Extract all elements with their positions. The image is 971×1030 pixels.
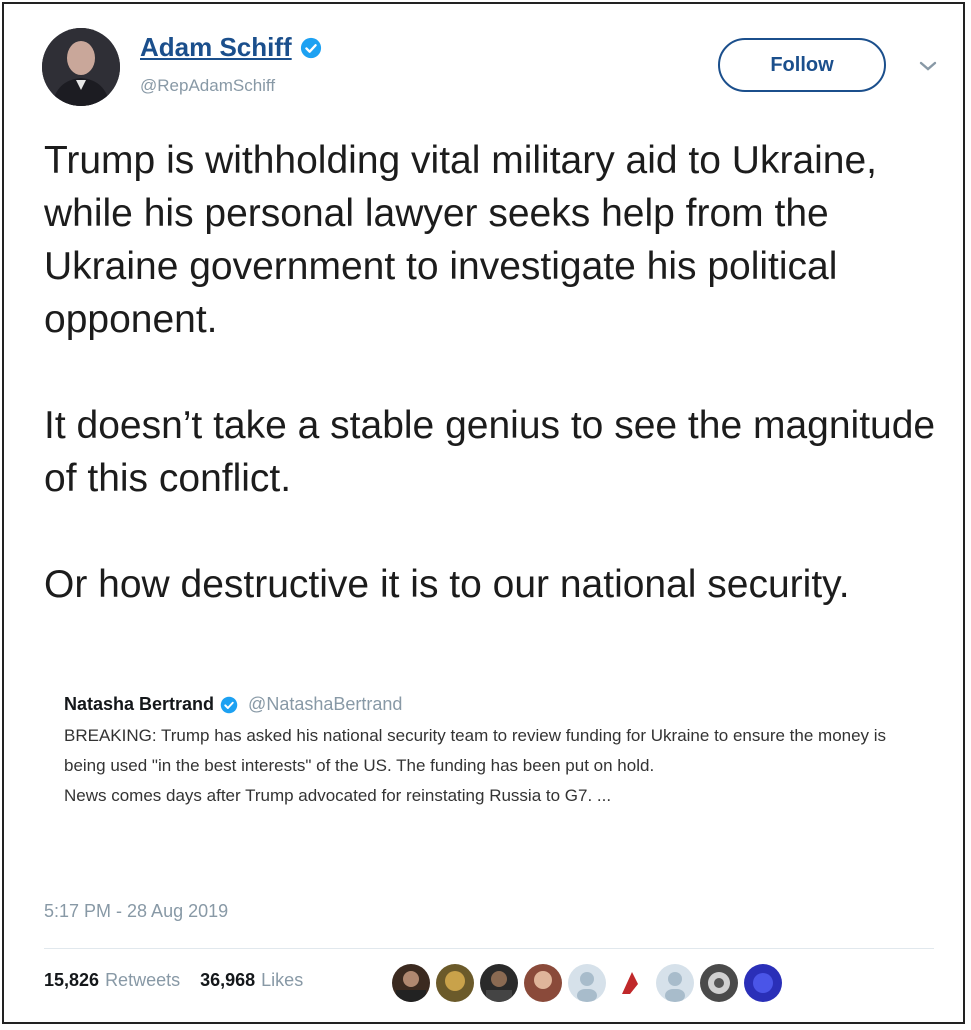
chevron-down-icon[interactable] bbox=[916, 56, 940, 76]
liker-avatar[interactable] bbox=[436, 964, 474, 1002]
verified-badge-icon bbox=[220, 696, 238, 713]
likes-label[interactable]: Likes bbox=[261, 970, 303, 991]
follow-button[interactable]: Follow bbox=[718, 38, 886, 92]
retweets-label[interactable]: Retweets bbox=[105, 970, 180, 991]
tweet-paragraph: Or how destructive it is to our national… bbox=[44, 563, 850, 606]
liker-avatar[interactable] bbox=[656, 964, 694, 1002]
quoted-author-handle[interactable]: @NatashaBertrand bbox=[248, 694, 402, 715]
divider bbox=[44, 948, 934, 949]
author-handle[interactable]: @RepAdamSchiff bbox=[140, 76, 275, 96]
quoted-text-line: BREAKING: Trump has asked his national s… bbox=[64, 726, 887, 775]
author-name[interactable]: Adam Schiff bbox=[140, 32, 292, 63]
verified-badge-icon bbox=[300, 37, 321, 58]
tweet-text: Trump is withholding vital military aid … bbox=[44, 134, 944, 664]
tweet-timestamp[interactable]: 5:17 PM - 28 Aug 2019 bbox=[44, 901, 228, 922]
author-avatar[interactable] bbox=[42, 28, 120, 106]
tweet-card: Adam Schiff @RepAdamSchiff Follow Trump … bbox=[2, 2, 965, 1024]
retweets-count[interactable]: 15,826 bbox=[44, 970, 99, 991]
quoted-header: Natasha Bertrand @NatashaBertrand bbox=[64, 694, 904, 715]
liker-avatar[interactable] bbox=[612, 964, 650, 1002]
quoted-tweet[interactable]: Natasha Bertrand @NatashaBertrand BREAKI… bbox=[64, 694, 904, 811]
liker-avatar[interactable] bbox=[524, 964, 562, 1002]
author-name-row: Adam Schiff bbox=[140, 32, 322, 63]
liker-avatar[interactable] bbox=[392, 964, 430, 1002]
quoted-text: BREAKING: Trump has asked his national s… bbox=[64, 721, 904, 811]
quoted-author-name[interactable]: Natasha Bertrand bbox=[64, 694, 214, 715]
likes-count[interactable]: 36,968 bbox=[200, 970, 255, 991]
quoted-text-line: News comes days after Trump advocated fo… bbox=[64, 786, 612, 805]
liker-avatar[interactable] bbox=[744, 964, 782, 1002]
tweet-paragraph: It doesn’t take a stable genius to see t… bbox=[44, 404, 936, 500]
liker-avatars bbox=[392, 964, 782, 1002]
tweet-paragraph: Trump is withholding vital military aid … bbox=[44, 139, 878, 341]
tweet-stats: 15,826 Retweets 36,968 Likes bbox=[44, 970, 317, 991]
liker-avatar[interactable] bbox=[700, 964, 738, 1002]
liker-avatar[interactable] bbox=[480, 964, 518, 1002]
liker-avatar[interactable] bbox=[568, 964, 606, 1002]
